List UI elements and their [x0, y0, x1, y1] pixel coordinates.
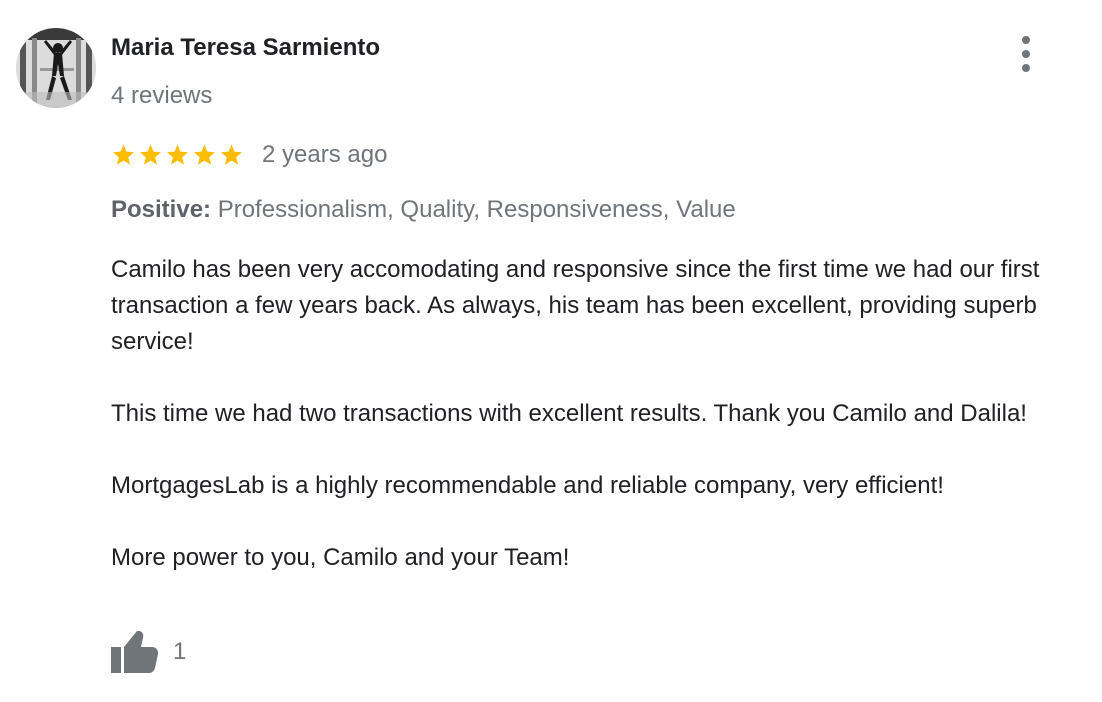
like-count: 1 — [173, 638, 187, 665]
review-count[interactable]: 4 reviews — [111, 82, 212, 110]
rating-row: 2 years ago — [111, 140, 387, 170]
review-text: Camilo has been very accomodating and re… — [111, 252, 1096, 576]
review-card: Maria Teresa Sarmiento 4 reviews 2 years… — [0, 0, 1102, 702]
review-date: 2 years ago — [262, 141, 388, 168]
review-paragraph: More power to you, Camilo and your Team! — [111, 544, 570, 571]
attributes-label: Positive: — [111, 196, 212, 223]
more-vert-icon-dot — [1022, 64, 1030, 72]
star-icon — [113, 144, 134, 165]
avatar[interactable] — [16, 28, 96, 108]
thumbs-up-icon[interactable] — [111, 630, 159, 674]
review-paragraph: MortgagesLab is a highly recommendable a… — [111, 472, 944, 499]
like-row: 1 — [111, 630, 186, 674]
reviewer-photo-icon — [16, 28, 96, 108]
more-options-button[interactable] — [1008, 34, 1044, 74]
star-icon — [167, 144, 188, 165]
attributes-values: Professionalism, Quality, Responsiveness… — [217, 196, 736, 223]
star-icon — [194, 144, 215, 165]
star-icon — [221, 144, 242, 165]
more-vert-icon-dot — [1022, 50, 1030, 58]
star-rating — [111, 143, 246, 167]
star-icon — [140, 144, 161, 165]
review-paragraph: Camilo has been very accomodating and re… — [111, 256, 1040, 355]
review-paragraph: This time we had two transactions with e… — [111, 400, 1027, 427]
reviewer-name[interactable]: Maria Teresa Sarmiento — [111, 34, 380, 62]
more-vert-icon — [1022, 36, 1030, 44]
review-attributes: Positive: Professionalism, Quality, Resp… — [111, 196, 736, 224]
